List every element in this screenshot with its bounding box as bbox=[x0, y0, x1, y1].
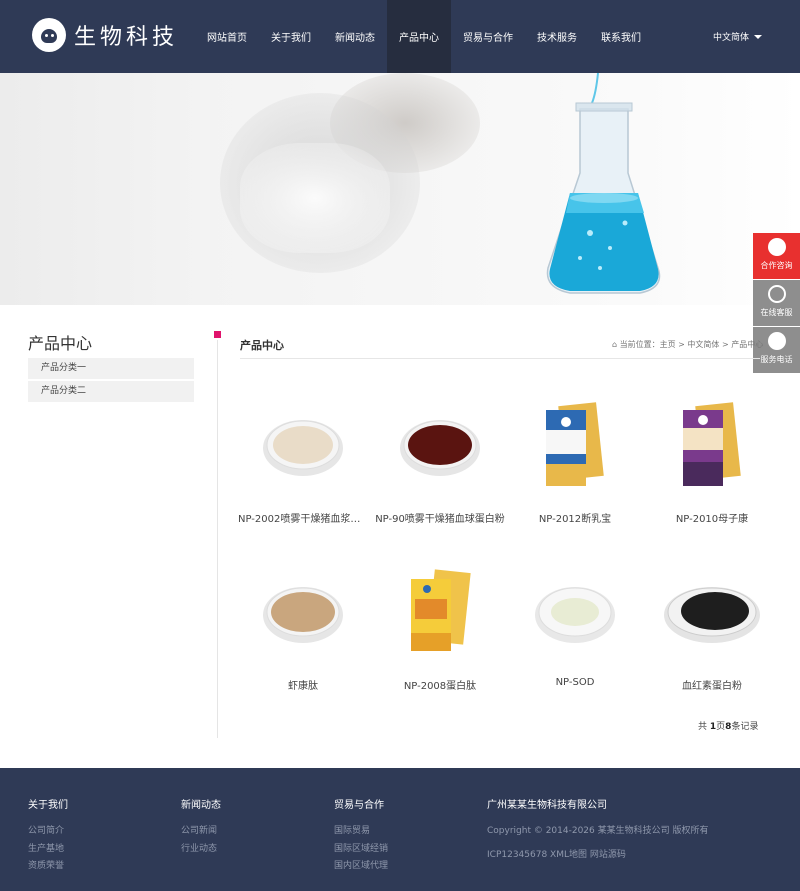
service-phone-button[interactable]: 服务电话 bbox=[753, 327, 800, 373]
footer-link[interactable]: 生产基地 bbox=[28, 841, 68, 859]
language-select[interactable]: 中文简体 bbox=[713, 30, 763, 43]
headset-icon bbox=[767, 285, 786, 303]
nav-trade[interactable]: 贸易与合作 bbox=[451, 0, 525, 73]
floating-contact-bar: 合作咨询 在线客服 服务电话 bbox=[753, 233, 800, 374]
sidebar-title: 产品中心 bbox=[28, 334, 93, 353]
footer-link[interactable]: 资质荣誉 bbox=[28, 858, 68, 876]
language-label: 中文简体 bbox=[713, 33, 750, 43]
footer-link[interactable]: 公司新闻 bbox=[181, 823, 221, 841]
bag-yellow-icon bbox=[375, 557, 505, 667]
dish-pale-icon bbox=[510, 557, 640, 667]
nav-home[interactable]: 网站首页 bbox=[195, 0, 259, 73]
footer-col-trade: 贸易与合作 国际贸易 国际区域经销 国内区域代理 bbox=[334, 796, 388, 876]
product-name: NP-2010母子康 bbox=[675, 514, 749, 525]
product-card[interactable]: NP-2012断乳宝 bbox=[510, 390, 640, 525]
product-card[interactable]: 虾康肽 bbox=[238, 557, 368, 692]
product-name: NP-2008蛋白肽 bbox=[403, 681, 477, 692]
banner-blur-shape bbox=[240, 143, 390, 253]
product-name: 虾康肽 bbox=[288, 681, 318, 692]
site-header: 生物科技 网站首页 关于我们 新闻动态 产品中心 贸易与合作 技术服务 联系我们… bbox=[0, 0, 800, 73]
footer-link[interactable]: 行业动态 bbox=[181, 841, 221, 859]
pagination-info: 共 1页8条记录 bbox=[698, 719, 758, 732]
product-card[interactable]: NP-2010母子康 bbox=[647, 390, 777, 525]
sidebar-item-category-2[interactable]: 产品分类二 bbox=[28, 381, 194, 402]
breadcrumb: ⌂ 当前位置：主页 > 中文简体 > 产品中心 bbox=[612, 339, 800, 350]
online-service-button[interactable]: 在线客服 bbox=[753, 280, 800, 326]
dish-dark-red-icon bbox=[375, 390, 505, 500]
nav-products[interactable]: 产品中心 bbox=[387, 0, 451, 73]
footer-link[interactable]: 公司简介 bbox=[28, 823, 68, 841]
online-service-label: 在线客服 bbox=[760, 308, 793, 317]
content-title: 产品中心 bbox=[240, 339, 284, 352]
logo[interactable]: 生物科技 bbox=[32, 18, 178, 52]
breadcrumb-text[interactable]: 当前位置：主页 > 中文简体 > 产品中心 bbox=[620, 340, 764, 349]
nav-news[interactable]: 新闻动态 bbox=[323, 0, 387, 73]
accent-marker bbox=[214, 331, 221, 338]
bag-blue-icon bbox=[510, 390, 640, 500]
consult-label: 合作咨询 bbox=[760, 261, 793, 270]
service-phone-label: 服务电话 bbox=[760, 355, 793, 364]
bag-purple-icon bbox=[647, 390, 777, 500]
site-footer: 关于我们 公司简介 生产基地 资质荣誉 新闻动态 公司新闻 行业动态 贸易与合作… bbox=[0, 768, 800, 891]
pager-mid: 页 bbox=[716, 722, 726, 732]
logo-icon bbox=[32, 18, 66, 52]
main-nav: 网站首页 关于我们 新闻动态 产品中心 贸易与合作 技术服务 联系我们 bbox=[195, 0, 653, 73]
footer-col-about: 关于我们 公司简介 生产基地 资质荣誉 bbox=[28, 796, 68, 876]
footer-heading: 关于我们 bbox=[28, 800, 68, 811]
nav-about[interactable]: 关于我们 bbox=[259, 0, 323, 73]
home-icon: ⌂ bbox=[612, 340, 620, 349]
chat-icon bbox=[767, 238, 786, 256]
dish-cream-icon bbox=[238, 390, 368, 500]
product-name: NP-90喷雾干燥猪血球蛋白粉 bbox=[375, 514, 505, 525]
footer-link[interactable]: 国内区域代理 bbox=[334, 858, 388, 876]
footer-link[interactable]: 国际贸易 bbox=[334, 823, 388, 841]
product-card[interactable]: NP-2002喷雾干燥猪血浆蛋白粉 bbox=[238, 390, 368, 525]
consult-button[interactable]: 合作咨询 bbox=[753, 233, 800, 279]
footer-col-news: 新闻动态 公司新闻 行业动态 bbox=[181, 796, 221, 858]
divider bbox=[240, 358, 760, 359]
pager-prefix: 共 bbox=[698, 722, 708, 732]
product-name: NP-2012断乳宝 bbox=[538, 514, 612, 525]
footer-link[interactable]: 国际区域经销 bbox=[334, 841, 388, 859]
product-name: NP-SOD bbox=[555, 677, 595, 688]
product-name: NP-2002喷雾干燥猪血浆蛋白粉 bbox=[238, 514, 368, 525]
pager-suffix: 条记录 bbox=[731, 722, 759, 732]
dish-tan-icon bbox=[238, 557, 368, 667]
hero-banner bbox=[0, 73, 800, 305]
footer-heading: 贸易与合作 bbox=[334, 800, 384, 811]
footer-heading: 新闻动态 bbox=[181, 800, 221, 811]
product-card[interactable]: NP-SOD bbox=[510, 557, 640, 688]
company-name: 广州某某生物科技有限公司 bbox=[487, 800, 607, 811]
logo-text: 生物科技 bbox=[74, 25, 179, 50]
chevron-down-icon bbox=[754, 34, 763, 39]
product-card[interactable]: NP-90喷雾干燥猪血球蛋白粉 bbox=[375, 390, 505, 525]
copyright-text: Copyright © 2014-2026 某某生物科技公司 版权所有 bbox=[487, 826, 709, 836]
sidebar-item-category-1[interactable]: 产品分类一 bbox=[28, 358, 194, 379]
product-card[interactable]: NP-2008蛋白肽 bbox=[375, 557, 505, 692]
footer-icp-links[interactable]: ICP12345678 XML地图 网站源码 bbox=[487, 847, 708, 865]
divider bbox=[217, 340, 218, 738]
product-card[interactable]: 血红素蛋白粉 bbox=[647, 557, 777, 692]
product-name: 血红素蛋白粉 bbox=[682, 681, 742, 692]
nav-contact[interactable]: 联系我们 bbox=[589, 0, 653, 73]
nav-tech[interactable]: 技术服务 bbox=[525, 0, 589, 73]
dish-black-icon bbox=[647, 557, 777, 667]
footer-col-company: 广州某某生物科技有限公司 Copyright © 2014-2026 某某生物科… bbox=[487, 796, 708, 864]
flask-illustration bbox=[546, 73, 661, 294]
